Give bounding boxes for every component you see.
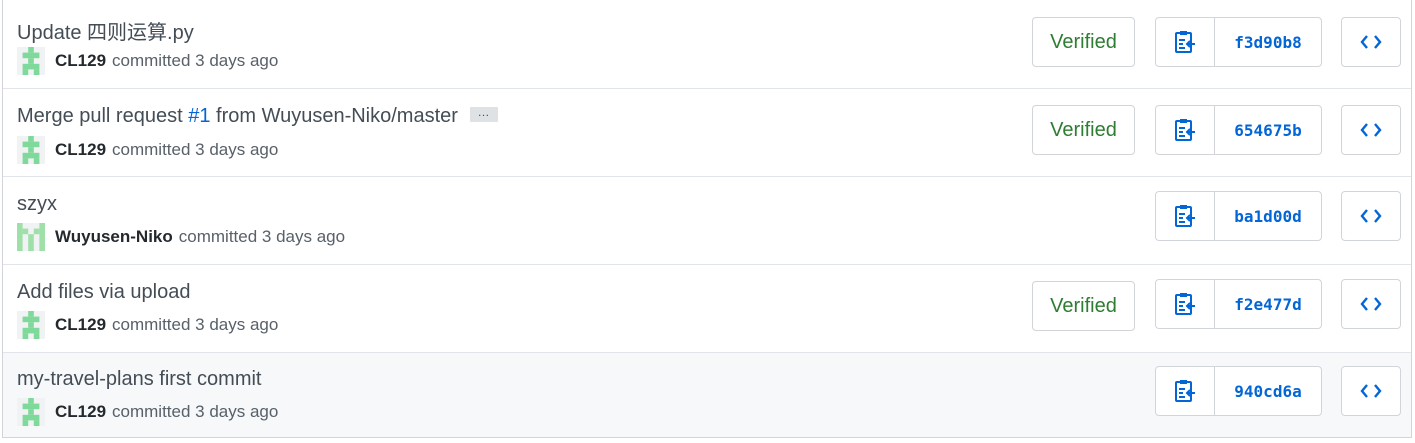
- sha-button-group: 940cd6a: [1155, 366, 1322, 416]
- code-icon: [1360, 209, 1382, 223]
- commit-message[interactable]: Merge pull request #1 from Wuyusen-Niko/…: [17, 105, 498, 128]
- verified-badge[interactable]: Verified: [1032, 17, 1135, 67]
- browse-repo-button[interactable]: [1341, 105, 1401, 155]
- commit-time: committed 3 days ago: [112, 402, 279, 421]
- code-icon: [1360, 297, 1382, 311]
- verified-badge[interactable]: Verified: [1032, 281, 1135, 331]
- commit-author[interactable]: CL129: [55, 140, 106, 160]
- commit-time: committed 3 days ago: [112, 315, 279, 334]
- copy-sha-button[interactable]: [1156, 192, 1215, 240]
- browse-repo-button[interactable]: [1341, 191, 1401, 241]
- identicon-cl129-icon[interactable]: [17, 311, 45, 339]
- commit-time: committed 3 days ago: [112, 51, 279, 70]
- commit-time: committed 3 days ago: [112, 140, 279, 159]
- commit-author[interactable]: CL129: [55, 315, 106, 335]
- commit-author[interactable]: Wuyusen-Niko: [55, 227, 173, 247]
- commit-message[interactable]: my-travel-plans first commit: [17, 368, 261, 391]
- commit-sha-link[interactable]: f3d90b8: [1215, 18, 1321, 66]
- commit-meta: CL129 committed 3 days ago: [17, 398, 278, 426]
- commit-list: Update 四则运算.py CL129 committed 3 days ag…: [2, 0, 1412, 438]
- sha-button-group: f2e477d: [1155, 279, 1322, 329]
- commit-message[interactable]: szyx: [17, 193, 57, 216]
- clipboard-icon: [1175, 205, 1195, 227]
- expand-message-button[interactable]: …: [469, 106, 498, 123]
- commit-author[interactable]: CL129: [55, 402, 106, 422]
- sha-button-group: f3d90b8: [1155, 17, 1322, 67]
- copy-sha-button[interactable]: [1156, 106, 1215, 154]
- commit-sha-link[interactable]: 654675b: [1215, 106, 1321, 154]
- identicon-cl129-icon[interactable]: [17, 398, 45, 426]
- commit-sha-link[interactable]: 940cd6a: [1215, 367, 1321, 415]
- copy-sha-button[interactable]: [1156, 18, 1215, 66]
- commit-meta: Wuyusen-Niko committed 3 days ago: [17, 223, 345, 251]
- commit-message-text[interactable]: Merge pull request: [17, 105, 188, 127]
- commit-meta: CL129 committed 3 days ago: [17, 47, 278, 75]
- code-icon: [1360, 384, 1382, 398]
- identicon-cl129-icon[interactable]: [17, 47, 45, 75]
- commit-sha-link[interactable]: ba1d00d: [1215, 192, 1321, 240]
- commit-row: Update 四则运算.py CL129 committed 3 days ag…: [3, 0, 1411, 88]
- code-icon: [1360, 123, 1382, 137]
- clipboard-icon: [1175, 380, 1195, 402]
- sha-button-group: ba1d00d: [1155, 191, 1322, 241]
- commit-author[interactable]: CL129: [55, 51, 106, 71]
- clipboard-icon: [1175, 119, 1195, 141]
- commit-sha-link[interactable]: f2e477d: [1215, 280, 1321, 328]
- commit-row: my-travel-plans first commit CL129 commi…: [3, 352, 1411, 437]
- commit-row: Add files via upload CL129 committed 3 d…: [3, 264, 1411, 352]
- commit-meta: CL129 committed 3 days ago: [17, 311, 278, 339]
- identicon-wuyusen-icon[interactable]: [17, 223, 45, 251]
- commit-message-text[interactable]: from Wuyusen-Niko/master: [210, 105, 458, 127]
- sha-button-group: 654675b: [1155, 105, 1322, 155]
- pull-request-link[interactable]: #1: [188, 105, 210, 127]
- clipboard-icon: [1175, 293, 1195, 315]
- commit-time: committed 3 days ago: [178, 227, 346, 246]
- commit-row: Merge pull request #1 from Wuyusen-Niko/…: [3, 88, 1411, 176]
- commit-message[interactable]: Update 四则运算.py: [17, 16, 194, 45]
- browse-repo-button[interactable]: [1341, 366, 1401, 416]
- copy-sha-button[interactable]: [1156, 280, 1215, 328]
- copy-sha-button[interactable]: [1156, 367, 1215, 415]
- identicon-cl129-icon[interactable]: [17, 136, 45, 164]
- commit-row: szyx Wuyusen-Niko committed 3 days ago b…: [3, 176, 1411, 264]
- browse-repo-button[interactable]: [1341, 279, 1401, 329]
- commit-message[interactable]: Add files via upload: [17, 281, 190, 304]
- verified-badge[interactable]: Verified: [1032, 105, 1135, 155]
- browse-repo-button[interactable]: [1341, 17, 1401, 67]
- clipboard-icon: [1175, 31, 1195, 53]
- commit-meta: CL129 committed 3 days ago: [17, 136, 278, 164]
- code-icon: [1360, 35, 1382, 49]
